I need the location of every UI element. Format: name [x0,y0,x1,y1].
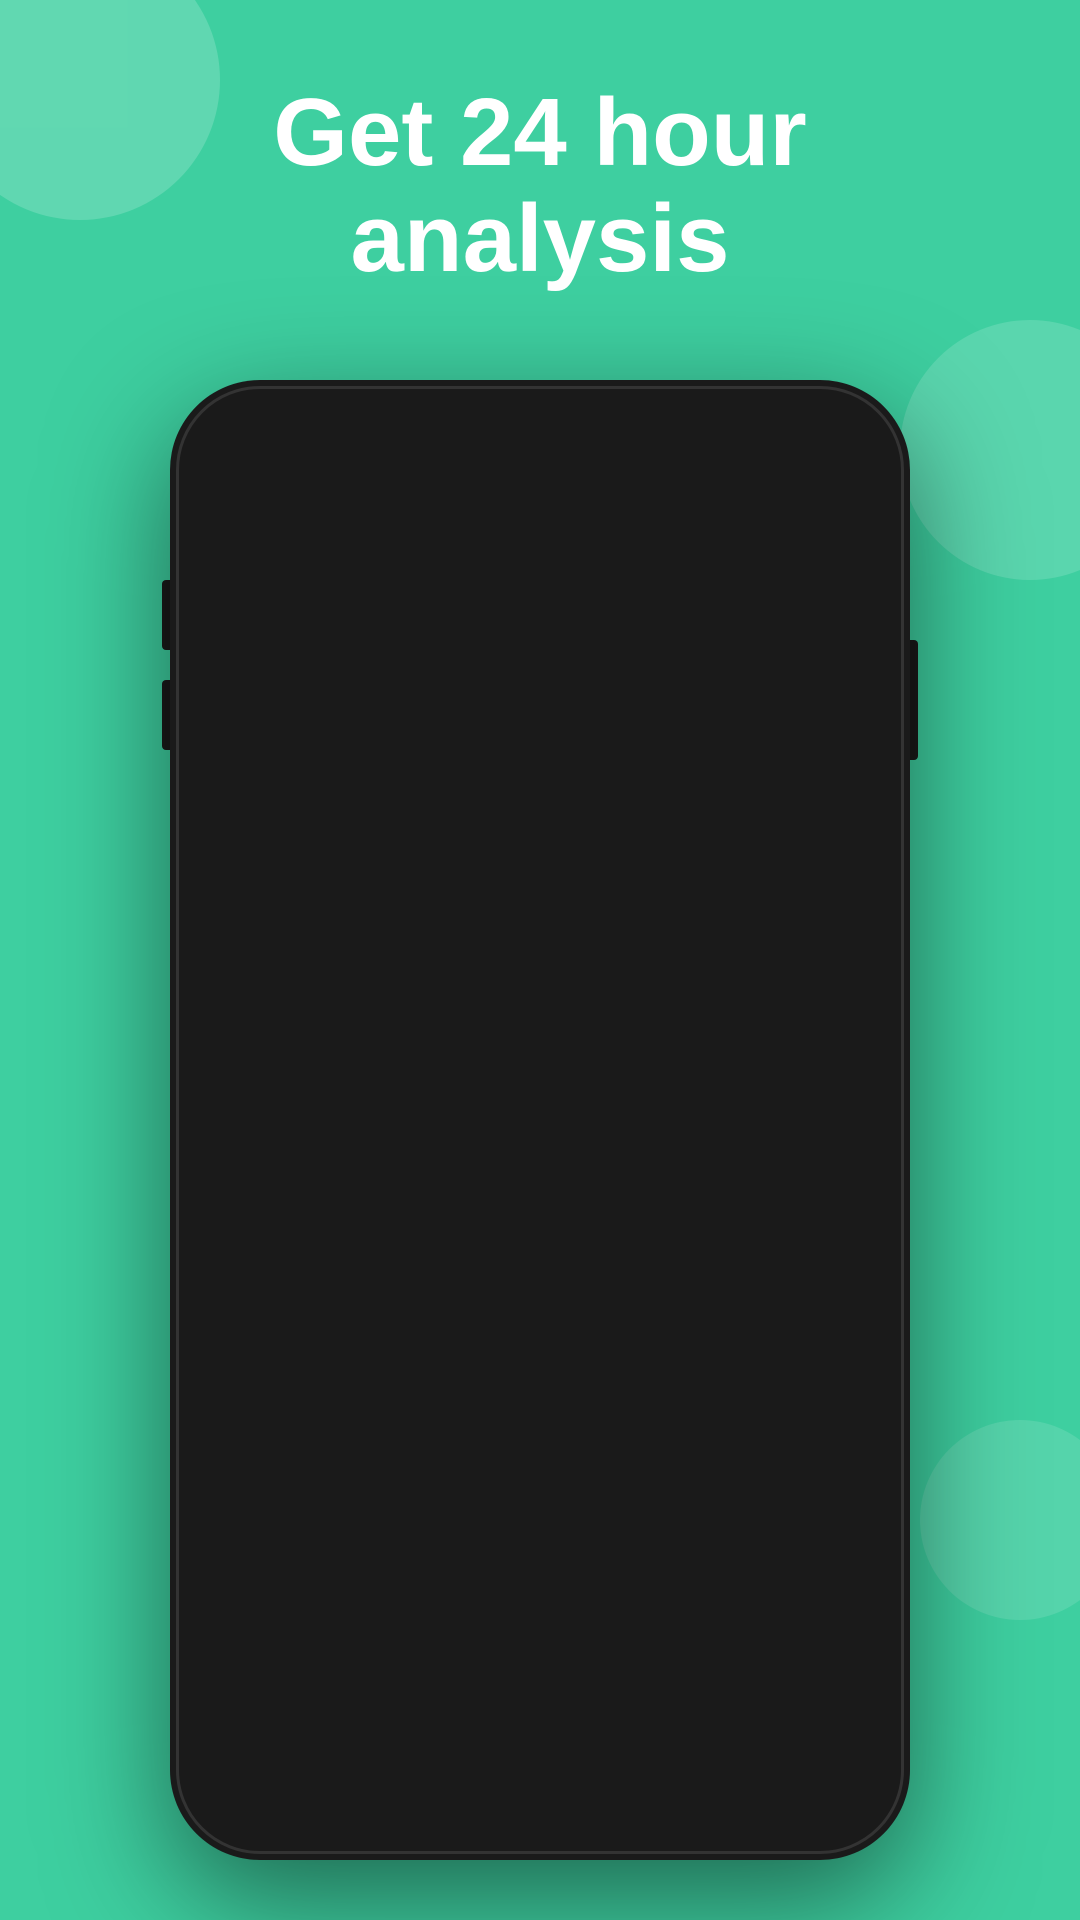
cell-time-8: 1 minute [439,1487,642,1518]
speaker [484,415,564,425]
cell-offline-7: 17:28:31 [641,1411,844,1442]
wave-divider [184,579,896,669]
cell-online-0: 18:41:50 [236,879,439,910]
col-header-time: time [439,800,642,832]
cell-time-9: 1 minute [439,1563,642,1594]
login-icon [266,880,296,910]
cell-online-10: 16:58:12 [236,1639,439,1670]
cell-online-6: 17:31:27 [236,1335,439,1366]
power-button [910,640,918,760]
login-icon [266,1184,296,1214]
phone-screen: Details ▼ 24 Hour ▾ [184,394,896,1846]
cell-offline-8: 17:12:46 [641,1487,844,1518]
cell-time-6: 10 seconds [439,1335,642,1366]
table-row[interactable]: 16:59:06 1 minute 17:00:29 [216,1541,864,1617]
login-icon [266,956,296,986]
chart-icon [228,493,268,545]
cell-offline-0: 18:42:39 [641,879,844,910]
cell-time-2: 19 seconds [439,1031,642,1062]
logout-icon [672,1564,702,1594]
table-row[interactable]: 17:11:01 1 minute 17:12:46 [216,1465,864,1541]
col-header-offline: offline [641,800,844,832]
logout-icon [672,1640,702,1670]
table-row[interactable]: 17:31:27 10 seconds 17:31:37 [216,1313,864,1389]
login-icon [266,1412,296,1442]
table-row[interactable]: 18:27:21 33 seconds 18:27:54 [216,1161,864,1237]
filter-dropdown[interactable]: ▼ 24 Hour ▾ [618,679,864,752]
table-row[interactable]: 16:58:12 25 seconds 16:58:37 [216,1617,864,1692]
logout-icon [672,1184,702,1214]
cell-online-1: 18:30:10 [236,955,439,986]
cell-time-10: 25 seconds [439,1639,642,1670]
logout-icon [672,1108,702,1138]
logout-icon [672,1412,702,1442]
logout-icon [672,880,702,910]
cell-online-5: 18:21:15 [236,1259,439,1290]
cell-offline-4: 18:27:54 [641,1183,844,1214]
cell-time-1: 19 seconds [439,955,642,986]
main-content: ▼ 24 Hour ▾ online time offline [184,669,896,1846]
screen-title: Details [286,489,457,549]
login-icon [267,1488,297,1518]
logout-icon [672,1488,702,1518]
cell-offline-5: 18:22:41 [641,1259,844,1290]
phone-mockup: Details ▼ 24 Hour ▾ [170,380,910,1860]
cell-time-4: 33 seconds [439,1183,642,1214]
login-icon [266,1564,296,1594]
cell-offline-10: 16:58:37 [641,1639,844,1670]
cell-online-2: 18:29:50 [236,1031,439,1062]
table-row[interactable]: 18:21:15 1 minute 18:22:41 [216,1237,864,1313]
cell-offline-9: 17:00:29 [641,1563,844,1594]
bg-blob-right [900,320,1080,580]
cell-time-3: 45 seconds [439,1107,642,1138]
cell-time-0: 49 seconds [439,879,642,910]
cell-online-3: 18:28:00 [236,1107,439,1138]
hero-title: Get 24 hour analysis [0,80,1080,291]
login-icon [266,1032,296,1062]
logout-icon [672,1336,702,1366]
bg-blob-bottom-right [920,1420,1080,1620]
front-camera [580,412,596,428]
table-row[interactable]: 17:27:16 1 minute 17:28:31 [216,1389,864,1465]
login-icon [266,1640,296,1670]
cell-online-4: 18:27:21 [236,1183,439,1214]
data-table: online time offline 18:41:50 49 seconds [216,776,864,1692]
volume-down-button [162,680,170,750]
col-header-online: online [236,800,439,832]
login-icon [266,1336,296,1366]
filter-icon: ▼ [648,700,676,732]
table-body: 18:41:50 49 seconds 18:42:39 18 [216,857,864,1692]
table-row[interactable]: 18:41:50 49 seconds 18:42:39 [216,857,864,933]
table-row[interactable]: 18:30:10 19 seconds 18:30:29 [216,933,864,1009]
login-icon [266,1108,296,1138]
cell-offline-3: 18:28:45 [641,1107,844,1138]
cell-offline-1: 18:30:29 [641,955,844,986]
cell-online-9: 16:59:06 [236,1563,439,1594]
volume-up-button [162,580,170,650]
table-row[interactable]: 18:28:00 45 seconds 18:28:45 [216,1085,864,1161]
cell-time-7: 1 minute [439,1411,642,1442]
logout-icon [672,1032,702,1062]
chevron-down-icon: ▾ [823,703,834,729]
cell-offline-2: 18:30:09 [641,1031,844,1062]
cell-time-5: 1 minute [439,1259,642,1290]
table-row[interactable]: 18:29:50 19 seconds 18:30:09 [216,1009,864,1085]
filter-row: ▼ 24 Hour ▾ [216,679,864,752]
table-header: online time offline [216,776,864,857]
logout-icon [672,956,702,986]
logout-icon [672,1260,702,1290]
filter-label: 24 Hour [690,697,809,734]
cell-online-7: 17:27:16 [236,1411,439,1442]
login-icon [266,1260,296,1290]
cell-online-8: 17:11:01 [236,1487,439,1518]
cell-offline-6: 17:31:37 [641,1335,844,1366]
